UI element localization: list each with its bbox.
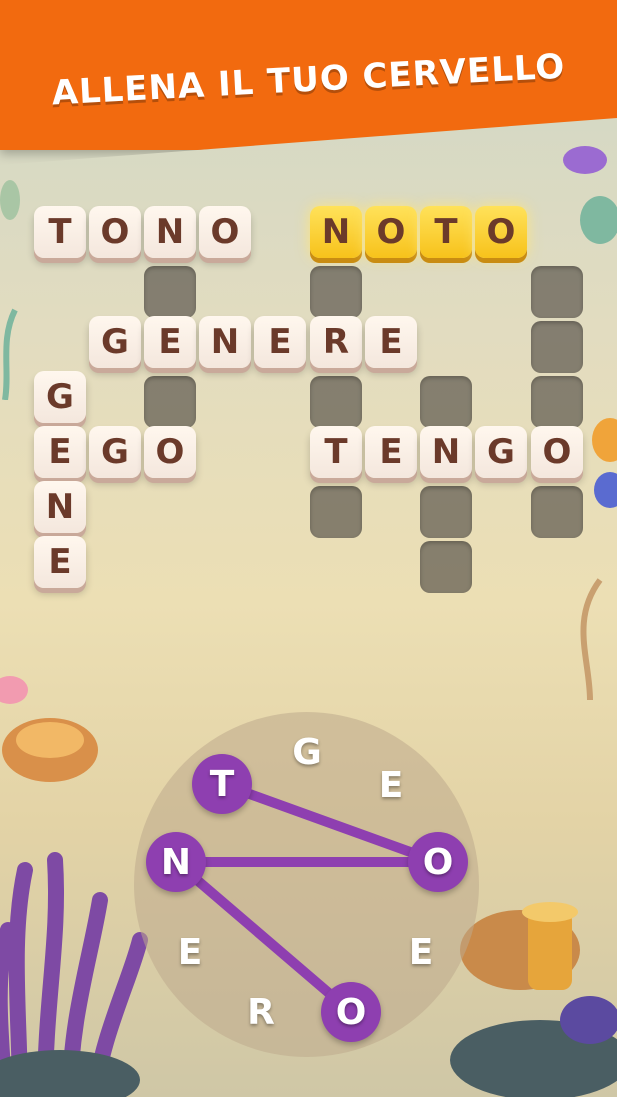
tile: E — [254, 316, 306, 368]
tile: T — [34, 206, 86, 258]
tile-empty — [310, 486, 362, 538]
tile-empty — [420, 376, 472, 428]
plant-left-decoration — [0, 180, 20, 400]
wheel-letter[interactable]: G — [277, 722, 337, 782]
wheel-letter-selected[interactable]: N — [146, 832, 206, 892]
wheel-letter[interactable]: E — [391, 922, 451, 982]
tile: E — [365, 426, 417, 478]
tile: O — [199, 206, 251, 258]
game-scene: ALLENA IL TUO CERVELLO T O N O N O T O G… — [0, 0, 617, 1097]
tile: E — [144, 316, 196, 368]
tile-empty — [420, 486, 472, 538]
tile: G — [89, 426, 141, 478]
tile: N — [34, 481, 86, 533]
tile: E — [365, 316, 417, 368]
tile: N — [144, 206, 196, 258]
tile-highlighted: N — [310, 206, 362, 258]
tile: O — [89, 206, 141, 258]
tile: G — [475, 426, 527, 478]
tile-highlighted: O — [365, 206, 417, 258]
tile: E — [34, 426, 86, 478]
tile: N — [420, 426, 472, 478]
wheel-letter-selected[interactable]: O — [321, 982, 381, 1042]
banner-title: ALLENA IL TUO CERVELLO — [50, 46, 567, 114]
tile-empty — [310, 266, 362, 318]
tile: E — [34, 536, 86, 588]
tile-highlighted: T — [420, 206, 472, 258]
wheel-letter-selected[interactable]: T — [192, 754, 252, 814]
tile-empty — [531, 266, 583, 318]
tile: R — [310, 316, 362, 368]
tile-empty — [310, 376, 362, 428]
tile-highlighted: O — [475, 206, 527, 258]
wheel-letter[interactable]: R — [231, 982, 291, 1042]
tile-empty — [531, 486, 583, 538]
tile: N — [199, 316, 251, 368]
tile: G — [89, 316, 141, 368]
tile: O — [144, 426, 196, 478]
tile-empty — [144, 266, 196, 318]
promo-banner: ALLENA IL TUO CERVELLO — [0, 0, 617, 150]
tile: O — [531, 426, 583, 478]
wheel-letter-selected[interactable]: O — [408, 832, 468, 892]
wheel-letter[interactable]: E — [160, 922, 220, 982]
tile-empty — [144, 376, 196, 428]
tile: G — [34, 371, 86, 423]
tile-empty — [531, 321, 583, 373]
tile-empty — [531, 376, 583, 428]
wheel-letter[interactable]: E — [361, 755, 421, 815]
tile: T — [310, 426, 362, 478]
tile-empty — [420, 541, 472, 593]
